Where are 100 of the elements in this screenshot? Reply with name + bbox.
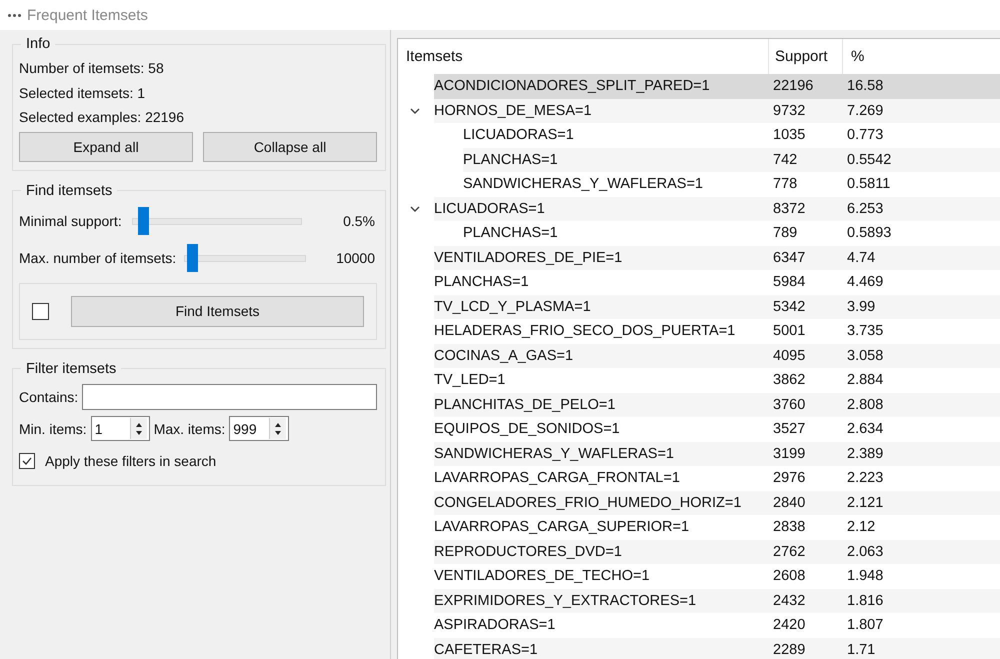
support-cell-text: 3760 <box>772 396 806 413</box>
percent-cell-text: 0.5811 <box>846 176 890 192</box>
itemset-cell-text: EXPRIMIDORES_Y_EXTRACTORES=1 <box>434 592 698 609</box>
percent-cell-text: 7.269 <box>846 102 884 119</box>
menu-dots-icon[interactable] <box>8 14 21 16</box>
column-header[interactable]: % <box>843 39 1000 74</box>
tree-action-button[interactable]: Collapse all <box>203 132 377 162</box>
support-cell-text: 2289 <box>772 642 806 658</box>
tree-row[interactable]: REPRODUCTORES_DVD=1 2762 2.063 <box>434 540 1000 564</box>
tree-row[interactable]: LICUADORAS=1 1035 0.773 <box>463 123 1000 148</box>
tree-row[interactable]: EQUIPOS_DE_SONIDOS=1 3527 2.634 <box>434 417 1000 442</box>
tree-row[interactable]: LAVARROPAS_CARGA_FRONTAL=1 2976 2.223 <box>434 466 1000 490</box>
percent-cell-text: 1.816 <box>846 592 884 609</box>
tree-row[interactable]: VENTILADORES_DE_TECHO=1 2608 1.948 <box>434 564 1000 588</box>
percent-cell-text: 2.389 <box>846 446 884 462</box>
itemset-cell-text: ASPIRADORAS=1 <box>434 617 556 634</box>
itemset-cell-text: EQUIPOS_DE_SONIDOS=1 <box>434 421 621 438</box>
itemset-cell-text: VENTILADORES_DE_TECHO=1 <box>434 568 651 584</box>
percent-cell-text: 1.807 <box>846 617 884 634</box>
field-label: Min. items: <box>19 420 87 436</box>
find-itemsets-button[interactable]: Find Itemsets <box>71 296 364 326</box>
tree-action-button[interactable]: Expand all <box>19 132 193 162</box>
support-cell-text: 778 <box>772 176 798 192</box>
itemset-cell-text: LAVARROPAS_CARGA_FRONTAL=1 <box>434 470 681 486</box>
itemset-cell-text: LICUADORAS=1 <box>434 200 546 217</box>
percent-cell-text: 2.808 <box>846 396 884 413</box>
itemset-cell-text: SANDWICHERAS_Y_WAFLERAS=1 <box>434 446 675 462</box>
group-title: Info <box>25 36 52 52</box>
tree-row[interactable]: PLANCHAS=1 742 0.5542 <box>463 148 1000 172</box>
itemset-cell-text: LICUADORAS=1 <box>463 127 575 144</box>
slider-value: 0.5% <box>343 213 376 229</box>
support-cell-text: 2838 <box>772 519 806 536</box>
itemset-cell-text: ACONDICIONADORES_SPLIT_PARED=1 <box>434 78 711 94</box>
percent-cell-text: 2.884 <box>846 372 884 388</box>
itemset-cell-text: PLANCHITAS_DE_PELO=1 <box>434 396 616 413</box>
tree-row[interactable]: LICUADORAS=1 8372 6.253 <box>434 196 1000 221</box>
checkbox-label: Apply these filters in search <box>45 452 216 468</box>
tree-row[interactable]: ACONDICIONADORES_SPLIT_PARED=1 22196 16.58 <box>434 74 1000 98</box>
tree-row[interactable]: PLANCHAS=1 789 0.5893 <box>463 221 1000 246</box>
tree-row[interactable]: SANDWICHERAS_Y_WAFLERAS=1 778 0.5811 <box>463 172 1000 196</box>
support-cell-text: 742 <box>772 152 798 168</box>
support-cell-text: 2976 <box>772 470 806 486</box>
itemset-cell-text: PLANCHAS=1 <box>463 225 559 242</box>
tree-row[interactable]: PLANCHAS=1 5984 4.469 <box>434 270 1000 294</box>
tree-row[interactable]: HORNOS_DE_MESA=1 9732 7.269 <box>434 98 1000 123</box>
tree-row[interactable]: CAFETERAS=1 2289 1.71 <box>434 638 1000 659</box>
tree-row[interactable]: HELADERAS_FRIO_SECO_DOS_PUERTA=1 5001 3.735 <box>434 319 1000 344</box>
min-items-spinbox[interactable]: 1 <box>90 416 150 441</box>
support-cell-text: 22196 <box>772 78 814 94</box>
tree-row[interactable]: LAVARROPAS_CARGA_SUPERIOR=1 2838 2.12 <box>434 515 1000 540</box>
percent-cell-text: 1.948 <box>846 568 884 584</box>
info-text: Selected examples: 22196 <box>19 108 185 127</box>
tree-row[interactable]: TV_LCD_Y_PLASMA=1 5342 3.99 <box>434 294 1000 319</box>
support-cell-text: 2840 <box>772 494 806 511</box>
auto-find-checkbox[interactable] <box>32 302 49 320</box>
support-cell-text: 1035 <box>772 127 806 144</box>
tree-row[interactable]: CONGELADORES_FRIO_HUMEDO_HORIZ=1 2840 2.121 <box>434 490 1000 515</box>
contains-field[interactable] <box>82 384 377 410</box>
info-text: Selected itemsets: 1 <box>19 84 146 102</box>
apply-filters-checkbox[interactable] <box>19 452 35 468</box>
itemset-cell-text: PLANCHAS=1 <box>434 274 530 290</box>
itemset-cell-text: COCINAS_A_GAS=1 <box>434 348 574 364</box>
itemset-cell-text: REPRODUCTORES_DVD=1 <box>434 544 623 560</box>
support-cell-text: 5984 <box>772 274 806 290</box>
tree-row[interactable]: EXPRIMIDORES_Y_EXTRACTORES=1 2432 1.816 <box>434 588 1000 613</box>
slider-label: Minimal support: <box>19 213 122 229</box>
percent-cell-text: 0.5893 <box>846 225 892 242</box>
percent-cell-text: 2.223 <box>846 470 884 486</box>
percent-cell-text: 6.253 <box>846 200 884 217</box>
percent-cell-text: 1.71 <box>846 642 876 658</box>
slider-value: 10000 <box>336 250 376 266</box>
support-cell-text: 3199 <box>772 446 806 462</box>
max-items-spinbox[interactable]: 999 <box>229 416 290 441</box>
slider-thumb[interactable] <box>187 244 198 272</box>
itemset-cell-text: HELADERAS_FRIO_SECO_DOS_PUERTA=1 <box>434 323 736 340</box>
percent-cell-text: 3.058 <box>846 348 884 364</box>
tree-row[interactable]: ASPIRADORAS=1 2420 1.807 <box>434 613 1000 638</box>
support-cell-text: 2420 <box>772 617 806 634</box>
tree-row[interactable]: TV_LED=1 3862 2.884 <box>434 368 1000 392</box>
itemset-cell-text: CONGELADORES_FRIO_HUMEDO_HORIZ=1 <box>434 494 742 511</box>
field-label: Max. items: <box>154 420 226 436</box>
slider-thumb[interactable] <box>138 206 149 234</box>
itemset-cell-text: TV_LCD_Y_PLASMA=1 <box>434 298 592 315</box>
tree-row[interactable]: COCINAS_A_GAS=1 4095 3.058 <box>434 344 1000 368</box>
itemset-cell-text: VENTILADORES_DE_PIE=1 <box>434 250 624 266</box>
field-label: Contains: <box>19 388 78 404</box>
support-cell-text: 3527 <box>772 421 806 438</box>
percent-cell-text: 3.99 <box>846 298 876 315</box>
tree-row[interactable]: PLANCHITAS_DE_PELO=1 3760 2.808 <box>434 392 1000 417</box>
support-cell-text: 8372 <box>772 200 806 217</box>
window-title: Frequent Itemsets <box>27 6 148 24</box>
support-cell-text: 789 <box>772 225 798 242</box>
itemset-cell-text: PLANCHAS=1 <box>463 152 559 168</box>
itemset-cell-text: SANDWICHERAS_Y_WAFLERAS=1 <box>463 176 704 192</box>
support-cell-text: 5342 <box>772 298 806 315</box>
support-cell-text: 2608 <box>772 568 806 584</box>
tree-row[interactable]: VENTILADORES_DE_PIE=1 6347 4.74 <box>434 246 1000 270</box>
percent-cell-text: 0.773 <box>846 127 884 144</box>
percent-cell-text: 16.58 <box>846 78 884 94</box>
tree-row[interactable]: SANDWICHERAS_Y_WAFLERAS=1 3199 2.389 <box>434 442 1000 466</box>
